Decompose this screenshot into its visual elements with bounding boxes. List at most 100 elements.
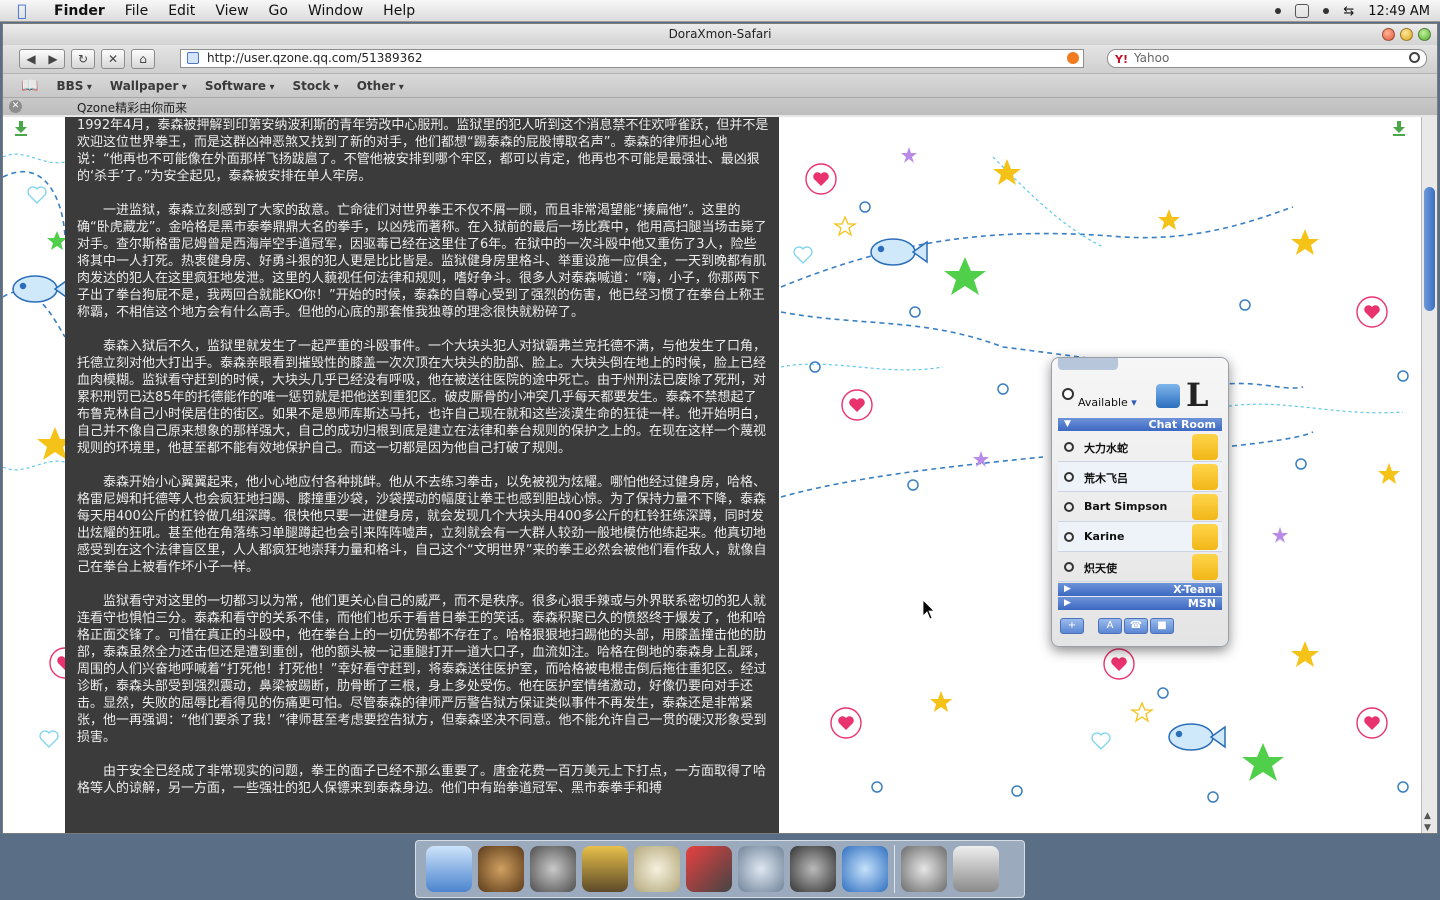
star-yellow — [1291, 229, 1319, 255]
home-folder-icon[interactable] — [901, 846, 947, 892]
add-contact-button[interactable]: + — [1060, 618, 1084, 634]
group-msn[interactable]: ▶ MSN — [1058, 597, 1222, 610]
title-bar[interactable]: DoraXmon-Safari — [3, 24, 1437, 45]
contact-status-icon — [1064, 442, 1074, 452]
stop-button[interactable]: ✕ — [101, 49, 125, 69]
close-tab-icon[interactable]: ✕ — [9, 100, 22, 113]
bookmarks-book-icon[interactable]: 📖 — [21, 78, 38, 94]
dashboard-gauge-icon[interactable] — [634, 846, 680, 892]
home-icon: ⌂ — [139, 52, 147, 66]
group-label: MSN — [1187, 597, 1216, 610]
bubble — [1397, 370, 1409, 382]
contact-item[interactable]: 炽天使 — [1058, 552, 1222, 582]
bookmark-software[interactable]: Software — [205, 79, 275, 93]
phone-icon[interactable] — [1156, 384, 1180, 408]
video-chat-button[interactable]: ■ — [1150, 618, 1174, 634]
chat-widget[interactable]: Available L ▼ Chat Room 大力水蛇 荒木飞吕 Bart S… — [1051, 357, 1229, 647]
reload-button[interactable]: ↻ — [71, 49, 95, 69]
network-icon[interactable]: ⇆ — [1343, 4, 1354, 19]
search-field[interactable]: Y! Yahoo — [1107, 49, 1427, 68]
group-x-team[interactable]: ▶ X-Team — [1058, 583, 1222, 596]
fish-decoration — [1168, 723, 1226, 751]
page-content: 1992年4月，泰森被押解到印第安纳波利斯的青年劳改中心服刑。监狱里的犯人听到这… — [3, 117, 1421, 833]
bookmark-wallpaper[interactable]: Wallpaper — [110, 79, 187, 93]
back-forward-buttons[interactable]: ◀ ▶ — [19, 49, 65, 69]
imovie-icon[interactable] — [582, 846, 628, 892]
forward-arrow-icon[interactable]: ▶ — [48, 50, 57, 68]
ichat-icon[interactable] — [738, 846, 784, 892]
page-favicon-icon — [187, 52, 199, 64]
zoom-window-icon[interactable] — [1418, 28, 1431, 41]
article-paragraph: 1992年4月，泰森被押解到印第安纳波利斯的青年劳改中心服刑。监狱里的犯人听到这… — [77, 118, 769, 184]
trash-icon[interactable] — [953, 846, 999, 892]
back-arrow-icon[interactable]: ◀ — [26, 50, 35, 68]
tab-title[interactable]: Qzone精彩由你而来 — [77, 99, 187, 116]
contact-item[interactable]: Bart Simpson — [1058, 492, 1222, 522]
menu-view[interactable]: View — [205, 3, 258, 19]
bubble — [1295, 458, 1307, 470]
contact-name: 炽天使 — [1084, 562, 1117, 575]
star-outline — [1129, 701, 1155, 723]
address-url: http://user.qzone.qq.com/51389362 — [207, 51, 423, 65]
bookmark-bbs[interactable]: BBS — [56, 79, 91, 93]
status-selector[interactable]: Available — [1078, 396, 1137, 409]
scroll-down-arrow-icon[interactable]: ▼ — [1424, 823, 1431, 833]
system-preferences-icon[interactable] — [530, 846, 576, 892]
avatar — [1192, 554, 1218, 580]
chat-logo: L — [1186, 376, 1209, 414]
disclosure-triangle-icon: ▼ — [1064, 419, 1071, 429]
outline-heart — [39, 730, 59, 748]
contact-item[interactable]: 荒木飞吕 — [1058, 462, 1222, 492]
bookmark-other[interactable]: Other — [357, 79, 404, 93]
itunes-icon[interactable] — [478, 846, 524, 892]
textedit-pen-icon[interactable] — [686, 846, 732, 892]
minimize-window-icon[interactable] — [1400, 28, 1413, 41]
contact-item[interactable]: Karine — [1058, 522, 1222, 552]
article-paragraph: 泰森开始小心翼翼起来，他小心地应付各种挑衅。他从不去练习拳击，以免被视为炫耀。哪… — [77, 475, 767, 575]
star-yellow — [1158, 209, 1180, 230]
yahoo-icon[interactable]: Y! — [1115, 51, 1128, 68]
dock-separator — [894, 845, 895, 893]
download-arrow-icon — [15, 121, 27, 136]
star-green — [1242, 743, 1284, 781]
menu-extra-dot-icon[interactable] — [1275, 8, 1282, 14]
group-chat-room[interactable]: ▼ Chat Room — [1058, 418, 1222, 431]
finder-icon[interactable] — [426, 846, 472, 892]
menu-go[interactable]: Go — [259, 3, 298, 19]
scrollbar-thumb[interactable] — [1424, 187, 1435, 311]
rss-icon[interactable] — [1067, 52, 1079, 64]
close-window-icon[interactable] — [1382, 28, 1395, 41]
menu-bar:  Finder File Edit View Go Window Help ⇆… — [0, 0, 1440, 22]
group-label: Chat Room — [1148, 418, 1216, 431]
scroll-up-arrow-icon[interactable]: ▲ — [1424, 811, 1431, 821]
clock[interactable]: 12:49 AM — [1368, 4, 1430, 19]
chat-title-controls[interactable] — [1058, 358, 1118, 370]
address-bar[interactable]: http://user.qzone.qq.com/51389362 — [180, 49, 1084, 68]
menu-help[interactable]: Help — [373, 3, 425, 19]
voice-chat-button[interactable]: ☎ — [1124, 618, 1148, 634]
bookmark-stock[interactable]: Stock — [292, 79, 338, 93]
headphones-icon[interactable] — [790, 846, 836, 892]
heart-badge — [1103, 648, 1135, 680]
search-placeholder: Yahoo — [1134, 51, 1170, 65]
menu-extra-dot-icon[interactable] — [1323, 8, 1330, 14]
outline-heart — [793, 246, 813, 264]
dashed-wave — [3, 170, 66, 238]
home-button[interactable]: ⌂ — [131, 49, 155, 69]
disclosure-triangle-icon: ▶ — [1064, 598, 1071, 608]
safari-compass-icon[interactable] — [842, 846, 888, 892]
menu-window[interactable]: Window — [298, 3, 373, 19]
vertical-scrollbar[interactable]: ▲ ▼ — [1421, 117, 1437, 833]
dashed-wave — [3, 153, 66, 164]
search-icon[interactable] — [1409, 52, 1420, 63]
menu-edit[interactable]: Edit — [158, 3, 205, 19]
menu-finder[interactable]: Finder — [44, 3, 115, 19]
battery-icon[interactable] — [1295, 4, 1310, 18]
fish-decoration — [12, 275, 70, 303]
menu-extras: ⇆ 12:49 AM — [1275, 0, 1440, 22]
contact-item[interactable]: 大力水蛇 — [1058, 432, 1222, 462]
apple-menu-icon[interactable]:  — [0, 1, 44, 20]
text-chat-button[interactable]: A — [1098, 618, 1122, 634]
dashed-wave — [780, 206, 1294, 288]
menu-file[interactable]: File — [115, 3, 158, 19]
